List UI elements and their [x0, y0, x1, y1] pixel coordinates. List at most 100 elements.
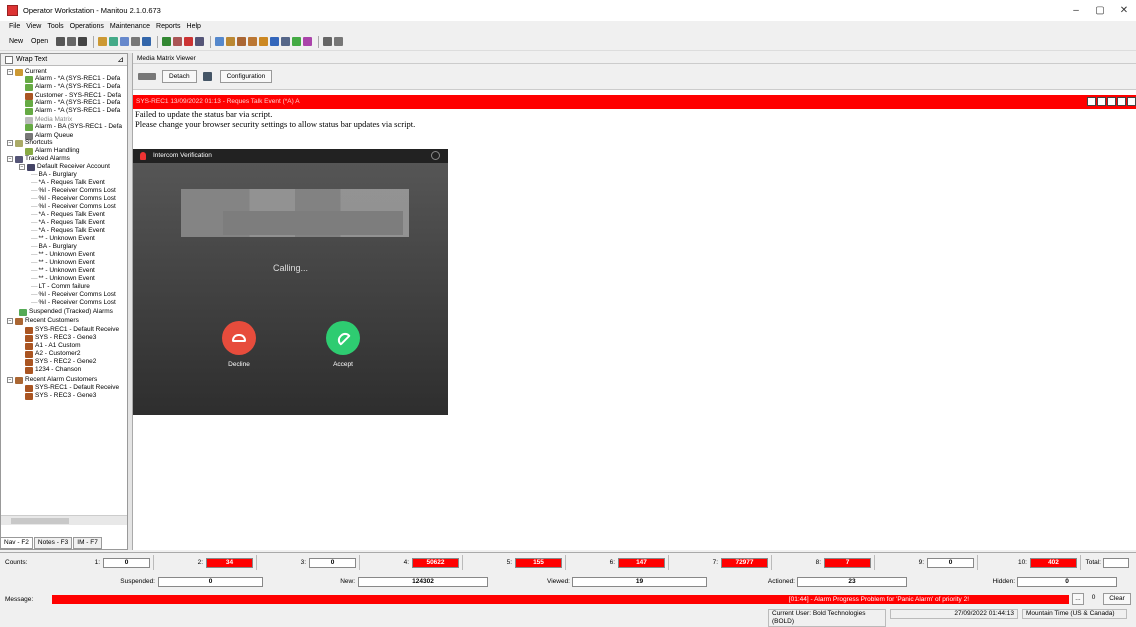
grid-icon[interactable] — [56, 37, 66, 46]
tree-item[interactable]: — ** - Unknown Event — [31, 251, 95, 259]
tree-item[interactable]: — *A - Reques Talk Event — [31, 219, 105, 227]
list-icon[interactable] — [120, 37, 130, 46]
wrap-text-checkbox[interactable] — [5, 55, 13, 64]
search-icon[interactable] — [215, 37, 225, 46]
tab-notes[interactable]: Notes - F3 — [33, 537, 73, 549]
clear-button[interactable]: Clear — [1103, 593, 1131, 605]
tree-item[interactable]: — ** - Unknown Event — [31, 235, 95, 243]
monitor-icon[interactable] — [78, 37, 88, 46]
count-slot-value[interactable]: 0 — [103, 558, 150, 568]
tree-item[interactable]: Alarm - *A (SYS-REC1 - Defa — [25, 107, 120, 115]
tree-item[interactable]: Alarm - *A (SYS-REC1 - Defa — [25, 75, 120, 83]
expand-toggle-icon[interactable]: − — [19, 164, 25, 170]
tree-item[interactable]: − Recent Customers — [7, 317, 79, 325]
tree-item[interactable]: Alarm - BA (SYS-REC1 - Defa — [25, 123, 122, 131]
expand-icon[interactable] — [1097, 97, 1106, 106]
tree-item[interactable]: A1 - A1 Custom — [25, 342, 81, 350]
report-icon[interactable] — [131, 37, 141, 46]
tab-im[interactable]: IM - F7 — [73, 537, 102, 549]
tree-item[interactable]: — *A - Reques Talk Event — [31, 179, 105, 187]
close-button[interactable]: ✕ — [1112, 0, 1136, 21]
tree-item[interactable]: Alarm - *A (SYS-REC1 - Defa — [25, 99, 120, 107]
expand-toggle-icon[interactable]: − — [7, 156, 13, 162]
tree-item[interactable]: Suspended (Tracked) Alarms — [19, 308, 113, 316]
tools-icon[interactable] — [195, 37, 205, 46]
new-button[interactable]: New — [9, 38, 23, 45]
tree-item[interactable]: — BA - Burglary — [31, 171, 77, 179]
tree-item[interactable]: − Shortcuts — [7, 139, 52, 147]
expand-toggle-icon[interactable]: − — [7, 140, 13, 146]
menu-file[interactable]: File — [9, 21, 20, 33]
audio-icon[interactable] — [1087, 97, 1096, 106]
decline-button[interactable] — [222, 321, 256, 355]
tree-item[interactable]: A2 - Customer2 — [25, 350, 81, 358]
customer3-icon[interactable] — [248, 37, 258, 46]
window-icon[interactable] — [323, 37, 333, 46]
tree-item[interactable]: 1234 - Chanson — [25, 366, 81, 374]
tree-item[interactable]: — %I - Receiver Comms Lost — [31, 203, 116, 211]
chart-icon[interactable] — [142, 37, 152, 46]
horizontal-scrollbar[interactable] — [1, 515, 127, 525]
count-slot-value[interactable]: 0 — [309, 558, 356, 568]
tree-item[interactable]: — BA - Burglary — [31, 243, 77, 251]
camera-tool-icon[interactable] — [1107, 97, 1116, 106]
count-slot-value[interactable]: 50622 — [412, 558, 459, 568]
count-slot-value[interactable]: 72977 — [721, 558, 768, 568]
count-slot-value[interactable]: 0 — [927, 558, 974, 568]
expand-toggle-icon[interactable]: − — [7, 377, 13, 383]
menu-maintenance[interactable]: Maintenance — [110, 21, 150, 33]
tree-item[interactable]: — %I - Receiver Comms Lost — [31, 299, 116, 307]
alarm-message[interactable]: [01:44] - Alarm Progress Problem for 'Pa… — [52, 595, 1069, 604]
more-icon[interactable] — [303, 37, 313, 46]
configuration-button[interactable]: Configuration — [219, 70, 273, 83]
alarm-icon[interactable] — [184, 37, 194, 46]
count-slot-value[interactable]: 34 — [206, 558, 253, 568]
menu-view[interactable]: View — [26, 21, 41, 33]
grid2-icon[interactable] — [281, 37, 291, 46]
tree-item[interactable]: — %I - Receiver Comms Lost — [31, 195, 116, 203]
tree-item[interactable]: — ** - Unknown Event — [31, 259, 95, 267]
tree-item[interactable]: SYS - REC3 - Gene3 — [25, 392, 96, 400]
close-icon[interactable] — [1127, 97, 1136, 106]
tree-item[interactable]: − Default Receiver Account — [19, 163, 110, 171]
count-slot-value[interactable]: 155 — [515, 558, 562, 568]
tree-item[interactable]: Alarm - *A (SYS-REC1 - Defa — [25, 83, 120, 91]
more-button[interactable]: ... — [1072, 593, 1084, 605]
detach-button[interactable]: Detach — [162, 70, 197, 83]
tree-item[interactable]: — *A - Reques Talk Event — [31, 227, 105, 235]
tree-item[interactable]: SYS - REC2 - Gene2 — [25, 358, 96, 366]
expand-toggle-icon[interactable]: − — [7, 318, 13, 324]
tree-item[interactable]: — %I - Receiver Comms Lost — [31, 187, 116, 195]
menu-tools[interactable]: Tools — [47, 21, 63, 33]
menu-reports[interactable]: Reports — [156, 21, 181, 33]
customer-icon[interactable] — [226, 37, 236, 46]
tree-item[interactable]: — %I - Receiver Comms Lost — [31, 291, 116, 299]
tree-item[interactable]: — *A - Reques Talk Event — [31, 211, 105, 219]
tree-item[interactable]: SYS-REC1 - Default Receive — [25, 326, 119, 334]
people-icon[interactable] — [292, 37, 302, 46]
accept-button[interactable] — [326, 321, 360, 355]
users-icon[interactable] — [98, 37, 108, 46]
customer2-icon[interactable] — [237, 37, 247, 46]
pin-tool-icon[interactable] — [202, 72, 212, 81]
tree-item[interactable]: — ** - Unknown Event — [31, 275, 95, 283]
pin-icon[interactable]: ⊿ — [117, 55, 124, 64]
open-button[interactable]: Open — [31, 38, 48, 45]
calendar-icon[interactable] — [270, 37, 280, 46]
tree-item[interactable]: Alarm Handling — [25, 147, 79, 155]
tab-nav[interactable]: Nav - F2 — [0, 537, 33, 549]
print-icon[interactable] — [67, 37, 77, 46]
tree-item[interactable]: − Recent Alarm Customers — [7, 376, 97, 384]
menu-help[interactable]: Help — [187, 21, 201, 33]
expand-toggle-icon[interactable]: − — [7, 69, 13, 75]
tree-item[interactable]: SYS-REC1 - Default Receive — [25, 384, 119, 392]
maximize-button[interactable]: ▢ — [1088, 0, 1112, 21]
tree-item[interactable]: SYS - REC3 - Gene3 — [25, 334, 96, 342]
count-slot-value[interactable]: 147 — [618, 558, 665, 568]
edit-icon[interactable] — [109, 37, 119, 46]
count-slot-value[interactable]: 7 — [824, 558, 871, 568]
schedule-icon[interactable] — [173, 37, 183, 46]
window2-icon[interactable] — [334, 37, 344, 46]
tree-item[interactable]: — ** - Unknown Event — [31, 267, 95, 275]
count-slot-value[interactable]: 402 — [1030, 558, 1077, 568]
